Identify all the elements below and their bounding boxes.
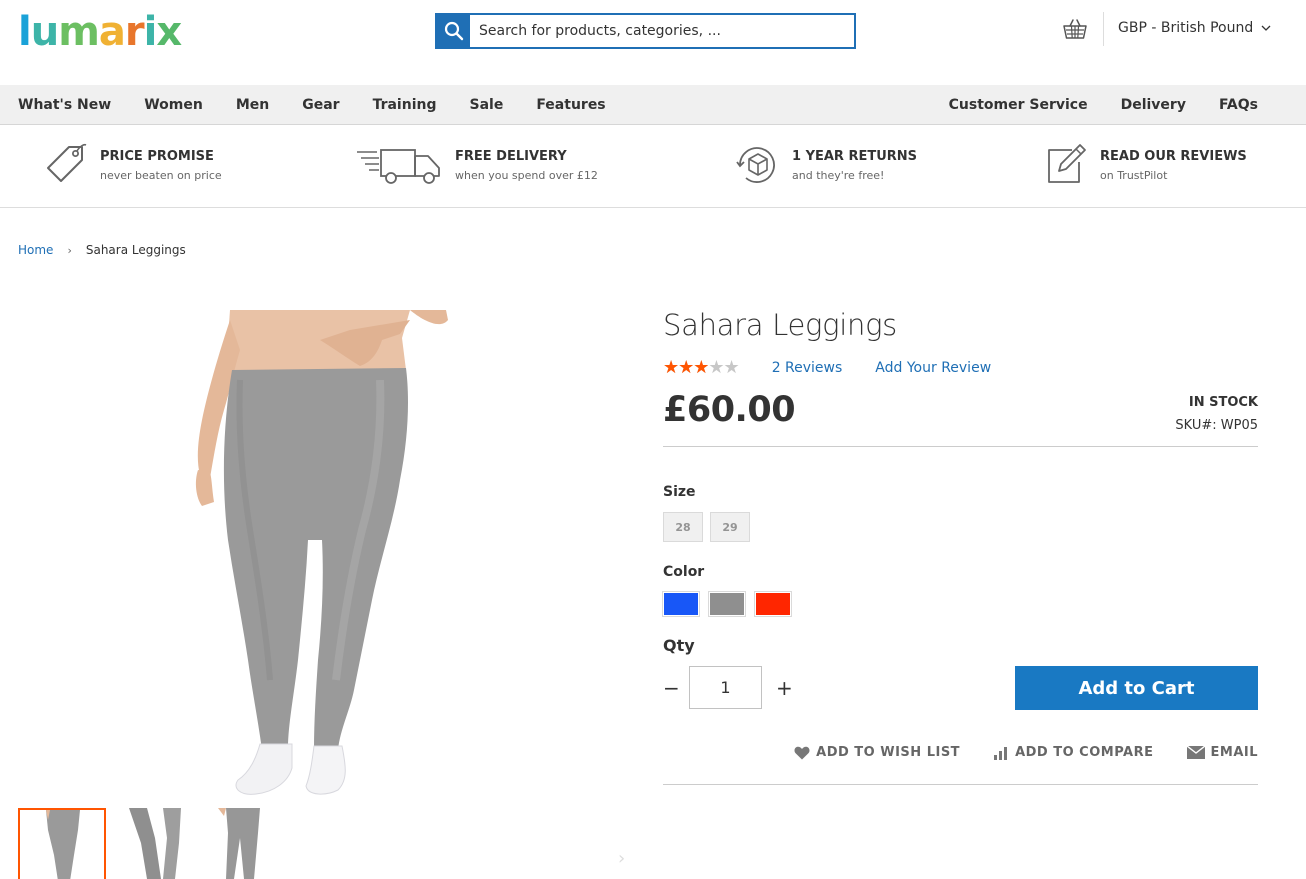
nav-item-faqs[interactable]: FAQs [1219,97,1258,113]
usp-price-promise: PRICE PROMISE never beaten on price [42,142,222,192]
logo-letter: l [18,9,32,55]
nav-item-customer-service[interactable]: Customer Service [949,97,1088,113]
qty-increase-button[interactable]: + [776,676,802,700]
breadcrumb-current: Sahara Leggings [85,243,186,257]
product-sku: SKU#: WP05 [1175,418,1258,433]
compare-bars-icon [994,746,1008,760]
size-options: 28 29 [663,512,750,542]
add-review-link[interactable]: Add Your Review [875,360,991,376]
nav-item-training[interactable]: Training [373,97,437,113]
usp-title: FREE DELIVERY [455,149,567,164]
usp-free-delivery: FREE DELIVERY when you spend over £12 [355,142,598,190]
usp-subtitle: never beaten on price [100,169,222,182]
rating-stars: ★★★★★ ★★★★★ [663,357,740,378]
header-divider [1103,12,1104,46]
color-swatch[interactable] [754,591,792,617]
reviews-link[interactable]: 2 Reviews [772,360,843,376]
email-button[interactable]: EMAIL [1186,745,1259,760]
size-option[interactable]: 29 [710,512,750,542]
envelope-icon [1186,746,1205,759]
usp-title: 1 YEAR RETURNS [792,149,918,164]
product-actions: ADD TO WISH LIST ADD TO COMPARE EMAIL [761,745,1258,760]
product-title: Sahara Leggings [663,308,897,342]
usp-title: PRICE PROMISE [100,149,214,164]
site-logo[interactable]: lumarix [18,9,182,55]
delivery-truck-icon [357,149,440,184]
color-options [662,591,792,617]
chevron-right-icon: › [67,243,72,257]
wishlist-label: ADD TO WISH LIST [816,745,961,760]
search-input[interactable] [470,16,854,46]
size-option[interactable]: 28 [663,512,703,542]
breadcrumb: Home › Sahara Leggings [18,243,186,257]
logo-letter: i [143,9,158,55]
color-swatch[interactable] [708,591,746,617]
nav-left-group: What's New Women Men Gear Training Sale Featur… [18,85,639,125]
qty-input[interactable] [689,666,762,709]
nav-item-gear[interactable]: Gear [302,97,339,113]
search-bar [435,13,856,49]
price-tag-icon [47,143,87,182]
logo-letter: u [30,9,60,55]
logo-letter: m [58,9,100,55]
product-main-image[interactable] [110,310,530,805]
currency-switcher[interactable]: GBP - British Pound [1118,20,1271,36]
thumbnail[interactable] [204,808,292,879]
nav-item-sale[interactable]: Sale [469,97,503,113]
logo-letter: r [124,9,145,55]
logo-letter: x [156,9,182,55]
usp-subtitle: when you spend over £12 [455,169,598,182]
add-to-compare-button[interactable]: ADD TO COMPARE [993,745,1153,760]
usp-reviews: READ OUR REVIEWS on TrustPilot [1044,142,1247,190]
add-to-cart-button[interactable]: Add to Cart [1015,666,1258,710]
search-button[interactable] [437,15,470,47]
product-rating: ★★★★★ ★★★★★ 2 Reviews Add Your Review [663,358,991,378]
gallery-next-button[interactable]: › [618,848,625,869]
size-label: Size [663,484,696,500]
quantity-stepper: − + [663,666,802,709]
nav-item-men[interactable]: Men [236,97,269,113]
divider [663,446,1258,447]
thumbnail[interactable] [111,808,199,879]
nav-item-women[interactable]: Women [144,97,203,113]
usp-title: READ OUR REVIEWS [1100,149,1247,164]
compare-label: ADD TO COMPARE [1015,745,1154,760]
nav-right-group: Customer Service Delivery FAQs [916,85,1258,125]
logo-letter: a [98,9,126,55]
email-label: EMAIL [1210,745,1258,760]
usp-returns: 1 YEAR RETURNS and they're free! [734,142,917,192]
nav-item-what-s-new[interactable]: What's New [18,97,111,113]
basket-button[interactable] [1062,18,1088,44]
currency-label: GBP - British Pound [1118,20,1254,36]
thumbnail[interactable] [18,808,106,879]
heart-icon [794,746,810,759]
product-price: £60.00 [663,390,796,430]
breadcrumb-home-link[interactable]: Home [18,243,53,257]
qty-decrease-button[interactable]: − [663,676,689,700]
basket-icon [1063,19,1087,39]
usp-subtitle: on TrustPilot [1100,169,1168,182]
thumbnail-strip [18,808,292,879]
nav-item-features[interactable]: Features [536,97,605,113]
add-to-wishlist-button[interactable]: ADD TO WISH LIST [794,745,960,760]
usp-bar: PRICE PROMISE never beaten on price FREE… [0,125,1306,208]
qty-label: Qty [663,636,695,655]
color-swatch[interactable] [662,591,700,617]
search-icon [444,21,463,41]
chevron-down-icon [1261,25,1271,31]
nav-item-delivery[interactable]: Delivery [1121,97,1186,113]
usp-subtitle: and they're free! [792,169,885,182]
color-label: Color [663,564,705,580]
returns-box-icon [736,147,775,183]
pencil-review-icon [1048,144,1086,183]
main-navigation: What's New Women Men Gear Training Sale Featur… [0,85,1306,125]
stock-status: IN STOCK [1188,395,1258,410]
divider [663,784,1258,785]
